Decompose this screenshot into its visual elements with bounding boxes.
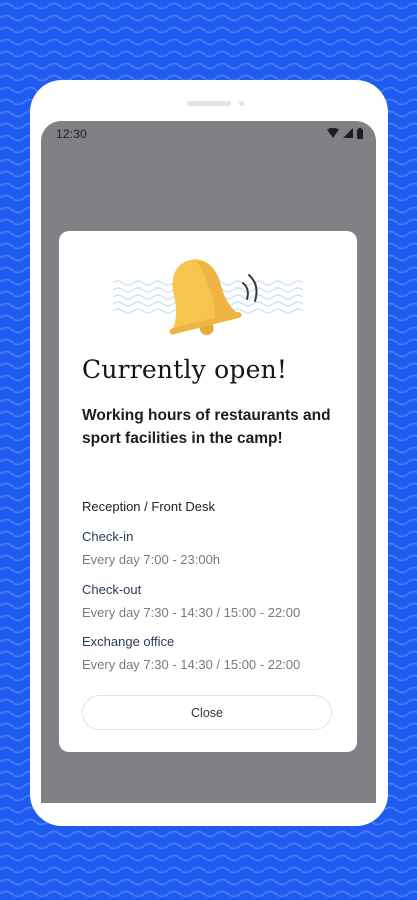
hours-item-check-in: Check-in Every day 7:00 - 23:00h [82,528,342,569]
hours-label: Check-out [82,582,142,597]
ringing-bell-icon [113,259,303,335]
status-time: 12:30 [56,127,88,141]
signal-icon [343,128,353,138]
dialog-title: Currently open! [82,355,288,384]
hours-value: Every day 7:30 - 14:30 / 15:00 - 22:00 [82,657,301,672]
phone-speaker [187,101,231,106]
close-button[interactable]: Close [82,695,332,730]
hours-value: Every day 7:30 - 14:30 / 15:00 - 22:00 [82,605,301,620]
status-bar: 12:30 [41,121,376,147]
hours-item-check-out: Check-out Every day 7:30 - 14:30 / 15:00… [82,581,342,622]
wifi-icon [327,128,339,138]
battery-icon [357,127,363,139]
dialog-subtitle: Working hours of restaurants and sport f… [82,407,331,447]
status-icons [327,127,363,139]
phone-screen: 12:30 Currently open! Working hours of r… [41,121,376,803]
section-title: Reception / Front Desk [82,499,215,514]
hours-label: Exchange office [82,634,175,649]
hours-item-exchange-office: Exchange office Every day 7:30 - 14:30 /… [82,633,342,674]
phone-frame: 12:30 Currently open! Working hours of r… [30,80,388,826]
opening-hours-dialog: Currently open! Working hours of restaur… [59,231,357,752]
phone-camera [239,101,244,106]
hours-label: Check-in [82,529,134,544]
hours-value: Every day 7:00 - 23:00h [82,552,221,567]
